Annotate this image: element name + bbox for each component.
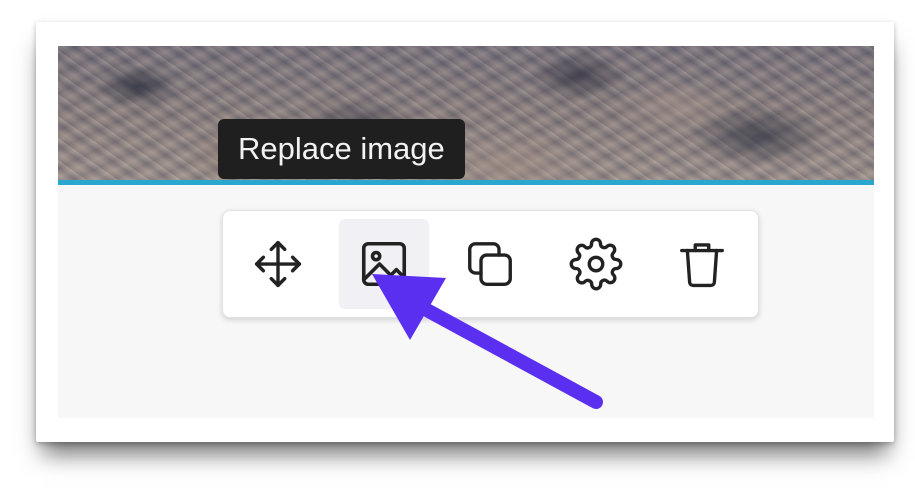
settings-button[interactable] <box>551 219 641 309</box>
trash-icon <box>680 243 724 288</box>
move-button[interactable] <box>233 219 323 309</box>
selection-outline <box>58 180 874 185</box>
duplicate-button[interactable] <box>445 219 535 309</box>
screenshot-stage: Replace image <box>0 0 915 492</box>
delete-button[interactable] <box>657 219 747 309</box>
image-block[interactable] <box>58 46 874 182</box>
replace-image-button[interactable] <box>339 219 429 309</box>
replace-image-tooltip: Replace image <box>218 119 465 179</box>
image-icon <box>361 241 407 287</box>
move-icon <box>254 240 302 288</box>
gear-icon <box>569 237 623 291</box>
screenshot-card: Replace image <box>36 22 894 442</box>
block-toolbar <box>222 210 759 318</box>
editor-canvas: Replace image <box>58 46 874 418</box>
duplicate-icon <box>468 242 512 286</box>
